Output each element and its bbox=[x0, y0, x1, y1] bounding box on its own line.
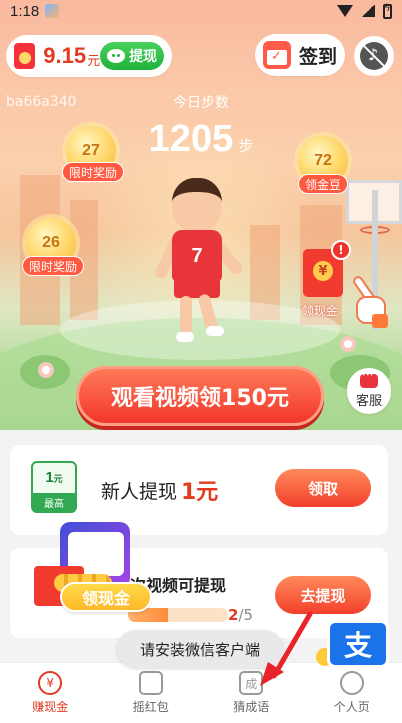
balance-value: 9.15 bbox=[43, 43, 87, 68]
envelope-label: 领现金 bbox=[302, 304, 339, 318]
promo-label[interactable]: 领现金 bbox=[60, 582, 152, 612]
flower bbox=[38, 362, 54, 378]
red-arrow-annotation bbox=[260, 611, 313, 686]
balance-unit: 元 bbox=[87, 53, 101, 69]
bubble-label: 限时奖励 bbox=[22, 256, 85, 276]
customer-service-button[interactable]: 客服 bbox=[347, 368, 391, 414]
withdraw-button[interactable]: 提现 bbox=[100, 42, 164, 70]
coupon-amount: 1 bbox=[45, 469, 54, 486]
runner-character: 7 bbox=[153, 178, 245, 348]
alipay-icon[interactable]: 支 bbox=[327, 620, 389, 668]
flower bbox=[340, 336, 356, 352]
balance-pill[interactable]: 9.15 元 提现 bbox=[6, 35, 172, 77]
yuan-icon: ¥ bbox=[38, 671, 63, 695]
nav-label: 赚现金 bbox=[32, 700, 69, 714]
status-bar: 1:18 bbox=[0, 0, 402, 22]
bubble-number: 26 bbox=[42, 234, 60, 251]
calendar-check-icon bbox=[263, 41, 291, 69]
newuser-text: 新人提现 bbox=[101, 481, 178, 503]
steps-title: 今日步数 bbox=[173, 95, 229, 111]
profile-icon bbox=[339, 671, 364, 695]
wifi-icon bbox=[337, 5, 353, 17]
red-envelope-icon bbox=[14, 43, 36, 69]
withdraw-label: 提现 bbox=[129, 49, 158, 65]
nav-label: 猜成语 bbox=[233, 700, 270, 714]
coupon-icon: 1元 最高 bbox=[31, 461, 77, 513]
bubble-label: 领金豆 bbox=[298, 174, 349, 194]
watch-video-button[interactable]: 观看视频领150元 bbox=[76, 366, 324, 426]
progress-current: 2 bbox=[228, 606, 239, 624]
bottom-nav: ¥ 赚现金 摇红包 成 猜成语 个人页 bbox=[0, 662, 402, 723]
nav-tab-shake-envelope[interactable]: 摇红包 bbox=[101, 663, 202, 723]
steps-value: 1205 bbox=[148, 118, 234, 160]
signin-label: 签到 bbox=[299, 45, 338, 68]
chat-icon bbox=[360, 368, 378, 388]
mute-icon bbox=[360, 42, 388, 70]
status-time: 1:18 bbox=[10, 2, 40, 20]
signin-button[interactable]: 签到 bbox=[255, 34, 345, 76]
envelope-icon bbox=[138, 671, 163, 695]
service-label: 客服 bbox=[355, 393, 382, 409]
steps-unit: 步 bbox=[238, 137, 254, 155]
app-notification-icon bbox=[45, 4, 60, 18]
bubble-label: 限时奖励 bbox=[62, 162, 125, 182]
wechat-icon bbox=[107, 49, 126, 63]
nav-tab-earn-cash[interactable]: ¥ 赚现金 bbox=[0, 663, 101, 723]
coupon-footer: 最高 bbox=[33, 493, 75, 511]
signal-icon bbox=[361, 5, 375, 17]
battery-icon bbox=[383, 3, 392, 19]
nav-label: 个人页 bbox=[333, 700, 370, 714]
go-withdraw-button[interactable]: 去提现 bbox=[275, 576, 371, 614]
alert-badge: ! bbox=[331, 240, 351, 260]
coupon-unit: 元 bbox=[53, 474, 63, 484]
steps-count: 1205 步 bbox=[0, 118, 402, 161]
pointing-hand-icon bbox=[342, 274, 388, 332]
claim-button[interactable]: 领取 bbox=[275, 469, 371, 507]
mute-button[interactable] bbox=[354, 36, 394, 76]
nav-label: 摇红包 bbox=[132, 700, 169, 714]
newuser-amount: 1元 bbox=[181, 480, 219, 505]
